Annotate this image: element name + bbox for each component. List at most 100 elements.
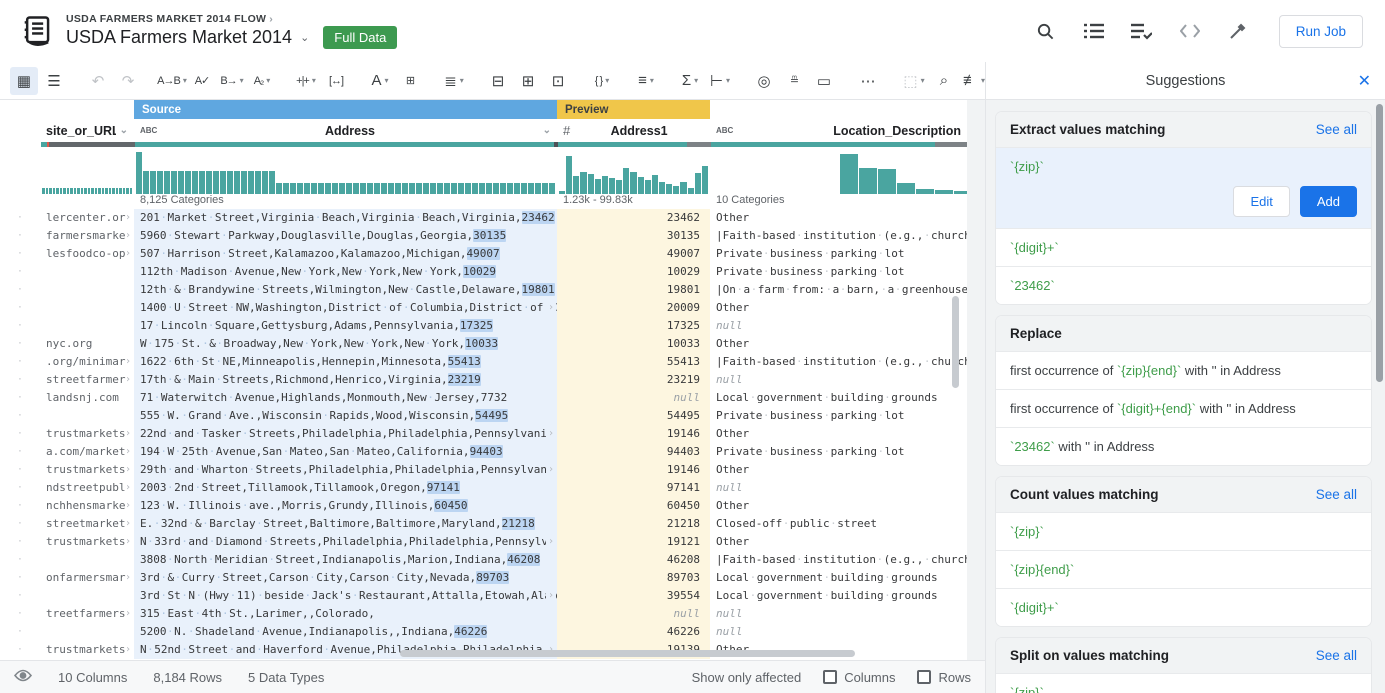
wand-icon[interactable]: [1227, 20, 1249, 42]
cell-address[interactable]: 112th·Madison·Avenue,New·York,New·York,N…: [134, 263, 557, 281]
cell-address1[interactable]: 21218: [557, 515, 710, 533]
add-button[interactable]: Add: [1300, 186, 1357, 217]
edit-button[interactable]: Edit: [1233, 186, 1289, 217]
cell-address[interactable]: 5200·N.·Shadeland·Avenue,Indianapolis,,I…: [134, 623, 557, 641]
cell-address1[interactable]: 17325: [557, 317, 710, 335]
row-marker[interactable]: ·: [0, 245, 40, 263]
see-all-link[interactable]: See all: [1316, 122, 1357, 137]
comment-icon[interactable]: ▭: [810, 67, 838, 95]
text-format-icon[interactable]: A▾: [366, 67, 394, 95]
suggestion-item[interactable]: `23462` with '' in Address: [996, 427, 1371, 465]
cell-address[interactable]: 123·W.·Illinois·ave.,Morris,Grundy,Illin…: [134, 497, 557, 515]
cell-location-description[interactable]: Other: [710, 209, 967, 227]
cell-site-or-url[interactable]: treetfarmers›: [40, 605, 134, 623]
cell-address1[interactable]: 19146: [557, 461, 710, 479]
steps-check-icon[interactable]: [1131, 20, 1153, 42]
stack-icon[interactable]: ≞: [780, 67, 808, 95]
breadcrumb[interactable]: USDA FARMERS MARKET 2014 FLOW›: [66, 13, 397, 25]
row-marker[interactable]: ·: [0, 443, 40, 461]
replace-icon[interactable]: A→B▾: [158, 67, 186, 95]
select-icon[interactable]: ⬚▾: [900, 67, 928, 95]
cell-site-or-url[interactable]: [40, 623, 134, 641]
row-marker[interactable]: ·: [0, 605, 40, 623]
quality-segments[interactable]: [558, 142, 711, 147]
recipe-list-icon[interactable]: [1083, 20, 1105, 42]
row-marker[interactable]: ·: [0, 353, 40, 371]
move-column-icon[interactable]: B→▾: [218, 67, 246, 95]
column-histogram[interactable]: [557, 149, 710, 194]
column-histogram[interactable]: [134, 149, 557, 194]
suggestion-item[interactable]: `{zip}`EditAdd: [996, 147, 1371, 228]
checkbox-icon[interactable]: [823, 670, 837, 684]
suggestion-item[interactable]: `{zip}{end}`: [996, 550, 1371, 588]
quality-segments[interactable]: [711, 142, 967, 147]
column-type-icon[interactable]: ABC: [716, 126, 733, 135]
cell-address[interactable]: 22nd·and·Tasker·Streets,Philadelphia,Phi…: [134, 425, 557, 443]
search-icon[interactable]: [1035, 20, 1057, 42]
format-number-icon[interactable]: A₂▾: [248, 67, 276, 95]
see-all-link[interactable]: See all: [1316, 648, 1357, 663]
cell-location-description[interactable]: |Faith-based·institution·(e.g.,·church: [710, 551, 967, 569]
cell-location-description[interactable]: null: [710, 623, 967, 641]
column-histogram[interactable]: [710, 149, 967, 194]
transpose-icon[interactable]: ⊡: [544, 67, 572, 95]
filter-icon[interactable]: ≡▾: [632, 67, 660, 95]
column-header-site_or_URL[interactable]: site_or_URL⌄: [40, 119, 134, 142]
suggestion-item[interactable]: `{digit}+`: [996, 588, 1371, 626]
row-marker[interactable]: ·: [0, 533, 40, 551]
column-header-Address1[interactable]: #Address1: [557, 119, 710, 142]
cell-address1[interactable]: 19801: [557, 281, 710, 299]
cell-address[interactable]: 3rd·St·N·(Hwy·11)·beside·Jack's·Restaura…: [134, 587, 557, 605]
more-icon[interactable]: ⋯: [854, 67, 882, 95]
title-dropdown-icon[interactable]: ⌄: [300, 31, 309, 44]
suggestion-item[interactable]: `{zip}`: [996, 673, 1371, 693]
cell-address[interactable]: 12th·&·Brandywine·Streets,Wilmington,New…: [134, 281, 557, 299]
cell-location-description[interactable]: Private·business·parking·lot: [710, 245, 967, 263]
union-icon[interactable]: ◎: [750, 67, 778, 95]
cell-address[interactable]: 3808·North·Meridian·Street,Indianapolis,…: [134, 551, 557, 569]
cell-address1[interactable]: 39554: [557, 587, 710, 605]
cell-site-or-url[interactable]: nyc.org: [40, 335, 134, 353]
row-marker[interactable]: ·: [0, 623, 40, 641]
quality-segments[interactable]: [135, 142, 558, 147]
pivot-icon[interactable]: ⊟: [484, 67, 512, 95]
profile-icon[interactable]: ⌕: [930, 67, 958, 95]
nest-icon[interactable]: ≣▾: [440, 67, 468, 95]
cell-address[interactable]: 194·W·25th·Avenue,San·Mateo,San·Mateo,Ca…: [134, 443, 557, 461]
cell-location-description[interactable]: null: [710, 317, 967, 335]
row-marker[interactable]: ·: [0, 209, 40, 227]
cell-address[interactable]: 555·W.·Grand·Ave.,Wisconsin·Rapids,Wood,…: [134, 407, 557, 425]
cell-location-description[interactable]: Closed-off·public·street: [710, 515, 967, 533]
vertical-scrollbar[interactable]: [952, 296, 959, 388]
suggestion-item[interactable]: `{digit}+`: [996, 228, 1371, 266]
eye-icon[interactable]: [14, 669, 32, 685]
cell-address[interactable]: 17·Lincoln·Square,Gettysburg,Adams,Penns…: [134, 317, 557, 335]
cell-location-description[interactable]: |Faith-based·institution·(e.g.,·church: [710, 353, 967, 371]
columns-checkbox[interactable]: Columns: [823, 670, 895, 685]
quality-segments[interactable]: [41, 142, 135, 147]
cell-address1[interactable]: 10029: [557, 263, 710, 281]
row-marker[interactable]: ·: [0, 263, 40, 281]
cell-address1[interactable]: 23219: [557, 371, 710, 389]
row-marker[interactable]: ·: [0, 587, 40, 605]
row-marker[interactable]: ·: [0, 641, 40, 659]
cell-address1[interactable]: 97141: [557, 479, 710, 497]
close-icon[interactable]: ✕: [1358, 71, 1371, 91]
column-menu-icon[interactable]: ⌄: [120, 125, 128, 136]
cell-site-or-url[interactable]: nchhensmarke›: [40, 497, 134, 515]
row-marker[interactable]: ·: [0, 425, 40, 443]
cell-address[interactable]: 71·Waterwitch·Avenue,Highlands,Monmouth,…: [134, 389, 557, 407]
code-icon[interactable]: [1179, 20, 1201, 42]
cell-site-or-url[interactable]: trustmarkets›: [40, 461, 134, 479]
column-header-Location_Description[interactable]: ABCLocation_Description: [710, 119, 967, 142]
cell-location-description[interactable]: Other: [710, 335, 967, 353]
panel-scrollbar[interactable]: [1376, 104, 1383, 382]
cell-location-description[interactable]: Other: [710, 299, 967, 317]
cell-location-description[interactable]: null: [710, 479, 967, 497]
row-marker[interactable]: ·: [0, 551, 40, 569]
split-icon[interactable]: +|+▾: [292, 67, 320, 95]
cell-site-or-url[interactable]: farmersmarke›: [40, 227, 134, 245]
row-marker[interactable]: ·: [0, 371, 40, 389]
unpivot-icon[interactable]: ⊞: [514, 67, 542, 95]
cell-location-description[interactable]: Private·business·parking·lot: [710, 407, 967, 425]
